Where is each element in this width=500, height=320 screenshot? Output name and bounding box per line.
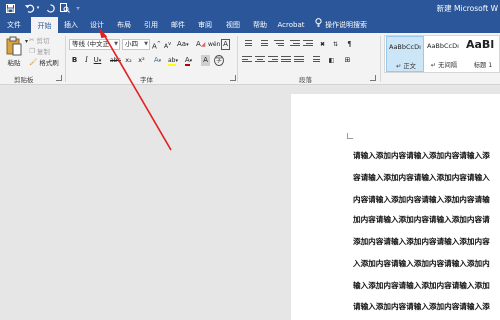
annotation-arrow: [98, 27, 172, 151]
